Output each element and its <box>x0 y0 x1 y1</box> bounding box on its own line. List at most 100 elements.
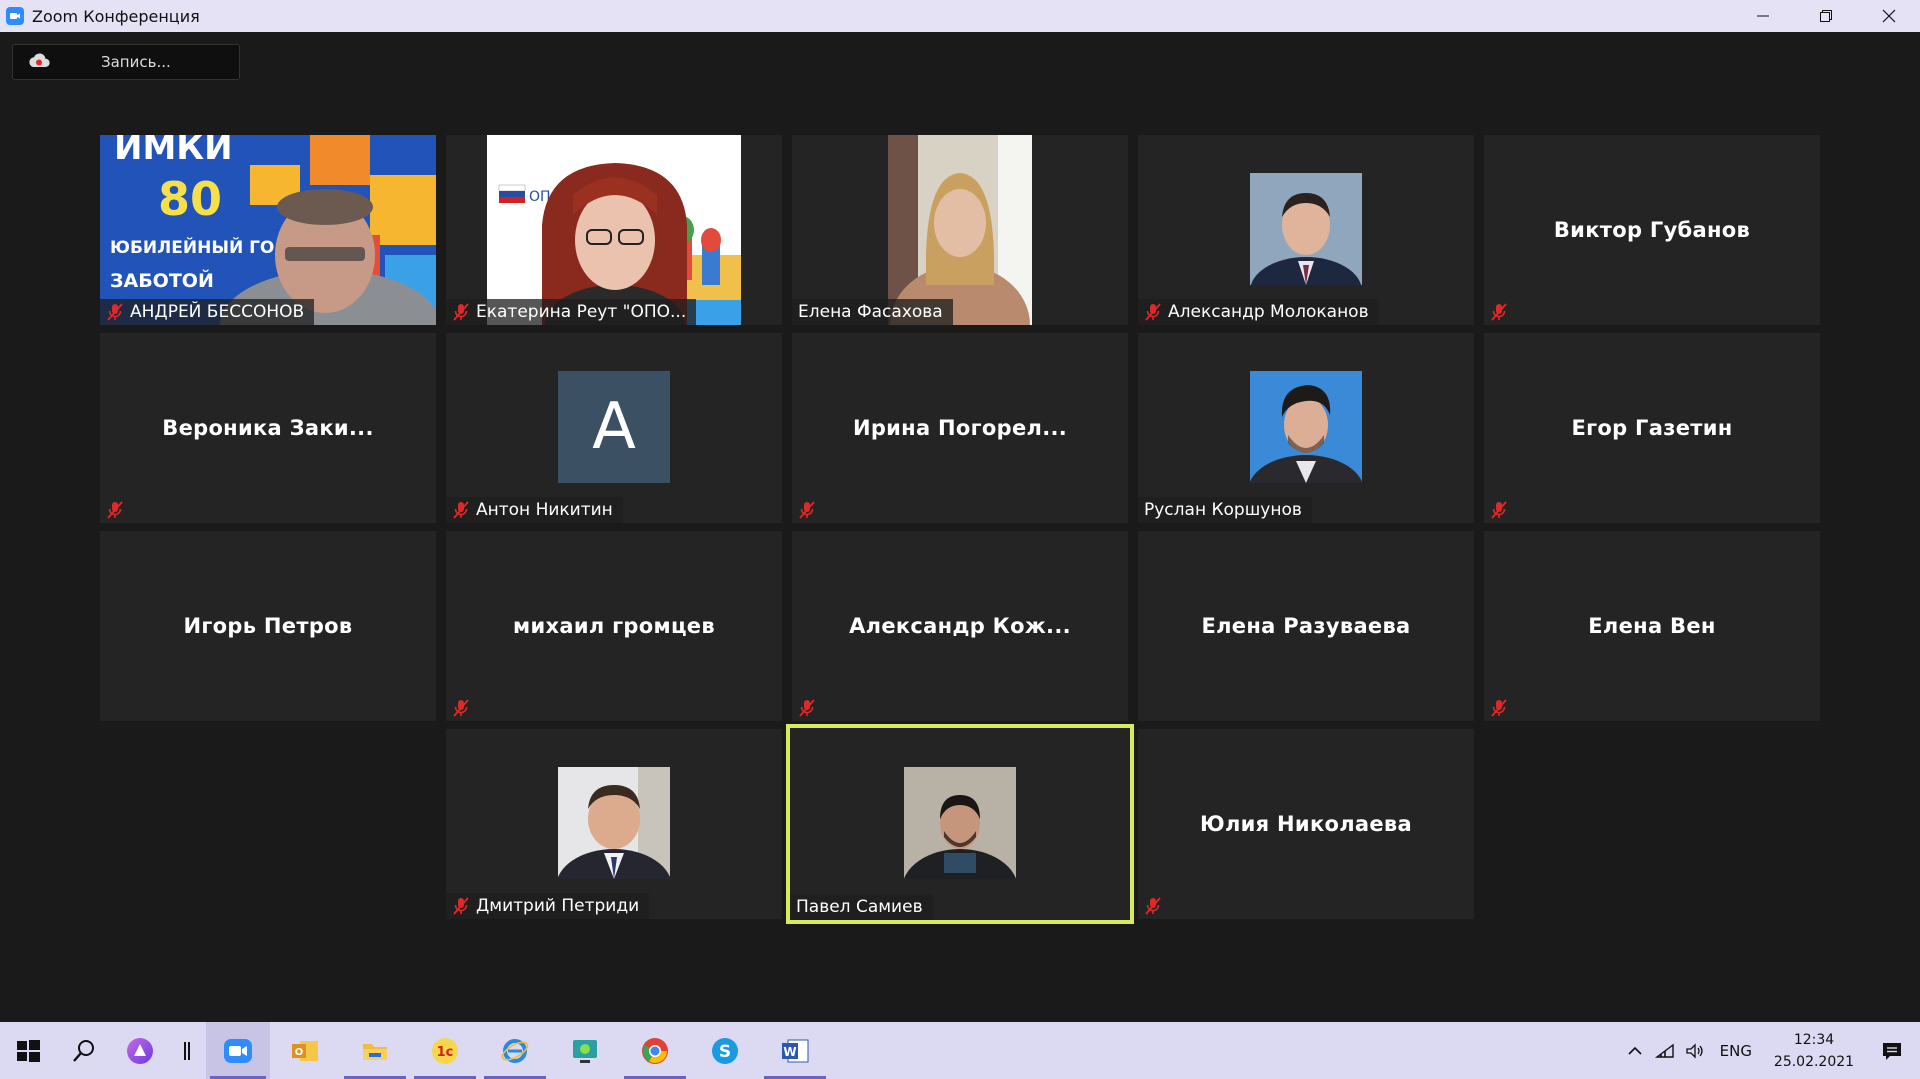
participant-avatar <box>902 767 1018 924</box>
participant-tile[interactable]: Ирина Погорел... <box>792 333 1128 523</box>
windows-start-icon <box>17 1039 40 1062</box>
profile-photo <box>902 767 1018 924</box>
participant-tile[interactable]: Виктор Губанов <box>1484 135 1820 325</box>
participant-tile-active-speaker[interactable]: Павел Самиев <box>786 724 1134 924</box>
participant-name: Елена Фасахова <box>798 302 943 322</box>
video-frame: ИМКИ 80 ЮБИЛЕЙНЫЙ ГО ЗАБОТОЙ <box>100 135 436 325</box>
participant-tile[interactable]: Александр Молоканов <box>1138 135 1474 325</box>
volume-button[interactable] <box>1680 1022 1710 1079</box>
word-icon: W <box>782 1039 809 1062</box>
svg-text:S: S <box>719 1042 731 1062</box>
taskbar-app-monitor[interactable] <box>550 1022 620 1079</box>
participant-label: Елена Фасахова <box>792 299 953 325</box>
system-tray: ENG 12:34 25.02.2021 <box>1620 1022 1920 1079</box>
zoom-app-icon <box>6 7 24 25</box>
participant-tile[interactable]: Юлия Николаева <box>1138 729 1474 919</box>
taskbar-word[interactable]: W <box>760 1022 830 1079</box>
1c-icon: 1c <box>432 1037 458 1064</box>
participant-name: Екатерина Реут "ОПО... <box>476 302 687 322</box>
participant-display-name: Егор Газетин <box>1571 416 1733 440</box>
participant-name: Александр Молоканов <box>1168 302 1369 322</box>
participant-label: Павел Самиев <box>790 894 933 920</box>
minimize-button[interactable] <box>1731 0 1794 32</box>
restore-icon <box>1819 10 1832 22</box>
alice-assistant-button[interactable] <box>112 1022 168 1079</box>
internet-explorer-icon <box>501 1038 529 1063</box>
taskbar-outlook[interactable]: O <box>270 1022 340 1079</box>
participant-video: ИМКИ 80 ЮБИЛЕЙНЫЙ ГО ЗАБОТОЙ <box>100 135 436 325</box>
participant-display-name: Елена Разуваева <box>1201 614 1411 638</box>
participant-tile[interactable]: Дмитрий Петриди <box>446 729 782 919</box>
participant-avatar <box>1250 173 1362 325</box>
window-title: Zoom Конференция <box>32 6 200 26</box>
muted-mic-icon <box>452 500 470 520</box>
participant-tile[interactable]: Елена Вен <box>1484 531 1820 721</box>
profile-photo <box>556 767 672 919</box>
participant-display-name: михаил громцев <box>513 614 715 638</box>
folder-icon <box>363 1043 387 1060</box>
clock[interactable]: 12:34 25.02.2021 <box>1764 1029 1864 1073</box>
taskbar-zoom[interactable] <box>206 1022 270 1079</box>
participant-label <box>100 497 140 523</box>
participant-tile[interactable]: A Антон Никитин <box>446 333 782 523</box>
restore-button[interactable] <box>1794 0 1857 32</box>
alice-assistant-icon <box>127 1037 153 1064</box>
search-button[interactable] <box>56 1022 112 1079</box>
network-button[interactable] <box>1650 1022 1680 1079</box>
muted-mic-icon <box>1490 302 1508 322</box>
outlook-icon: O <box>292 1040 318 1061</box>
speaker-icon <box>1686 1042 1703 1059</box>
taskbar-internet-explorer[interactable] <box>480 1022 550 1079</box>
taskbar-file-explorer[interactable] <box>340 1022 410 1079</box>
taskbar-chrome[interactable] <box>620 1022 690 1079</box>
participant-name: Антон Никитин <box>476 500 613 520</box>
banner-top-text: ИМКИ <box>114 135 233 168</box>
participant-video: ОПОР <box>487 135 741 325</box>
participant-tile[interactable]: Руслан Коршунов <box>1138 333 1474 523</box>
participant-label <box>792 695 832 721</box>
participant-tile[interactable]: михаил громцев <box>446 531 782 721</box>
participant-tile[interactable]: Вероника Заки... <box>100 333 436 523</box>
muted-mic-icon <box>1144 302 1162 322</box>
participant-label: Дмитрий Петриди <box>446 893 650 919</box>
language-indicator[interactable]: ENG <box>1720 1042 1752 1060</box>
video-frame: ОПОР <box>487 135 741 325</box>
skype-icon: S <box>712 1037 738 1064</box>
participant-display-name: Ирина Погорел... <box>852 416 1068 440</box>
start-button[interactable] <box>0 1022 56 1079</box>
muted-mic-icon <box>1144 896 1162 916</box>
show-hidden-icons-button[interactable] <box>1620 1022 1650 1079</box>
participant-display-name: Александр Кож... <box>849 614 1071 638</box>
participant-tile[interactable]: ИМКИ 80 ЮБИЛЕЙНЫЙ ГО ЗАБОТОЙ АНДРЕЙ БЕСС… <box>100 135 436 325</box>
task-view-button[interactable] <box>168 1022 206 1079</box>
monitor-app-icon <box>573 1039 597 1063</box>
zoom-icon <box>224 1038 252 1063</box>
participant-name: Дмитрий Петриди <box>476 896 640 916</box>
participant-tile[interactable]: ОПОР Екатерина Реут "ОПО... <box>446 135 782 325</box>
participant-tile[interactable]: Елена Разуваева <box>1138 531 1474 721</box>
participant-tile[interactable]: Александр Кож... <box>792 531 1128 721</box>
banner-line2-text: ЗАБОТОЙ <box>110 269 214 292</box>
muted-mic-icon <box>452 698 470 718</box>
taskbar-1c[interactable]: 1c <box>410 1022 480 1079</box>
action-center-button[interactable] <box>1864 1022 1920 1079</box>
participant-tile[interactable]: Егор Газетин <box>1484 333 1820 523</box>
participant-display-name: Елена Вен <box>1588 614 1716 638</box>
banner-number-text: 80 <box>158 172 222 226</box>
participant-label: АНДРЕЙ БЕССОНОВ <box>100 299 315 325</box>
participant-display-name: Виктор Губанов <box>1553 218 1751 242</box>
participant-tile[interactable]: Игорь Петров <box>100 531 436 721</box>
banner-line1-text: ЮБИЛЕЙНЫЙ ГО <box>110 236 274 258</box>
participant-display-name: Юлия Николаева <box>1200 812 1412 836</box>
window-titlebar: Zoom Конференция <box>0 0 1920 32</box>
recording-label: Запись... <box>101 53 171 71</box>
task-view-icon <box>184 1041 190 1060</box>
participant-avatar <box>1248 371 1364 523</box>
close-button[interactable] <box>1857 0 1920 32</box>
taskbar-skype[interactable]: S <box>690 1022 760 1079</box>
clock-time: 12:34 <box>1793 1031 1835 1048</box>
recording-indicator[interactable]: Запись... <box>12 44 240 80</box>
muted-mic-icon <box>1490 500 1508 520</box>
participant-label <box>1484 695 1524 721</box>
participant-tile[interactable]: Елена Фасахова <box>792 135 1128 325</box>
